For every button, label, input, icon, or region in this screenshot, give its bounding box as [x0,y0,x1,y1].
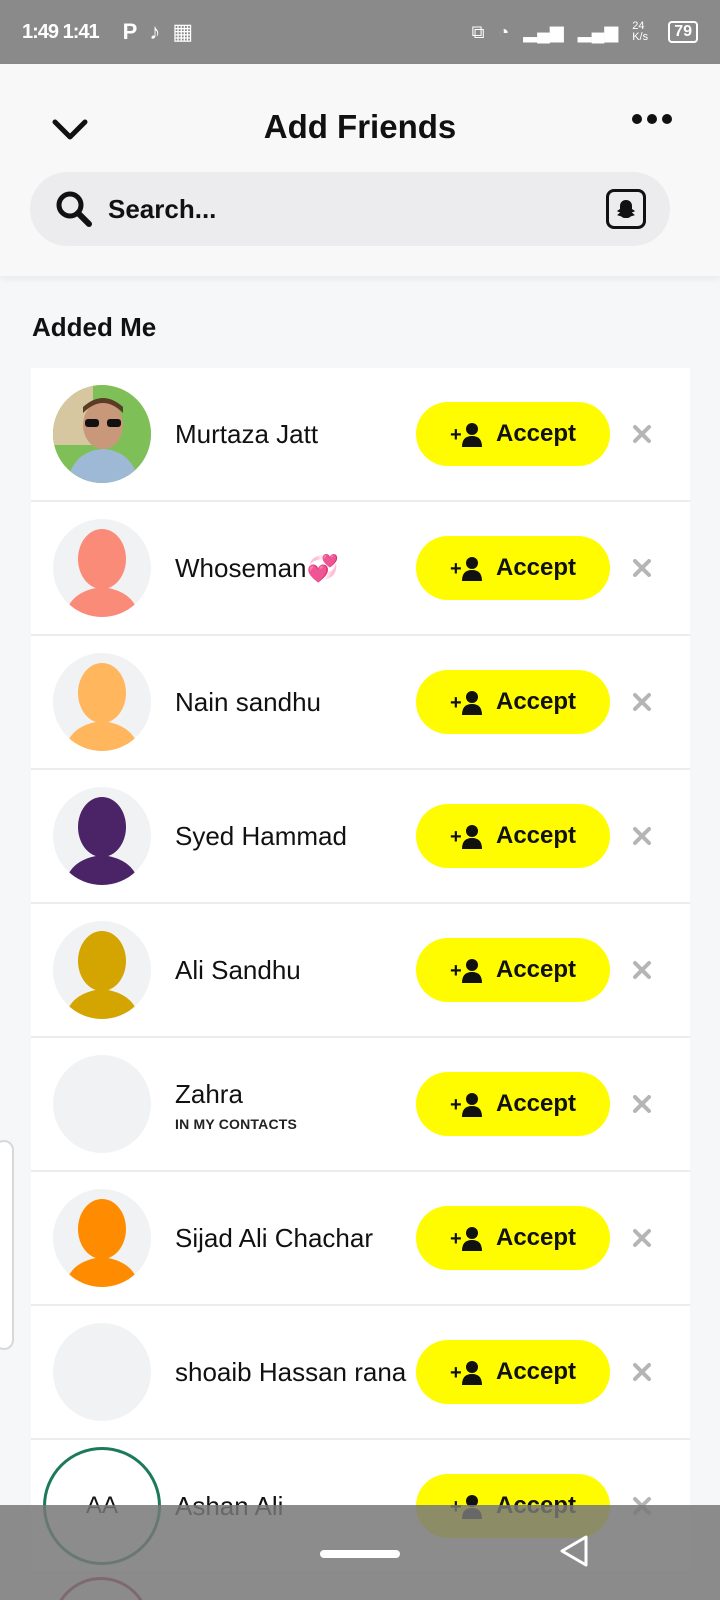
add-friend-icon: + [450,691,482,715]
friend-name: Zahra [175,1079,243,1109]
close-icon[interactable] [627,553,657,583]
friend-name: Syed Hammad [175,821,347,851]
status-app-icons: P ♪ ▦ [123,19,193,45]
list-item[interactable]: Murtaza Jatt + Accept [31,368,690,502]
friend-name: Ali Sandhu [175,955,301,985]
svg-text:+: + [450,826,462,848]
accept-label: Accept [495,1224,577,1251]
header: Add Friends Search... [0,64,720,276]
avatar[interactable] [53,519,151,617]
add-friend-icon: + [450,1093,482,1117]
svg-text:+: + [450,424,462,446]
accept-button[interactable]: + Accept [416,402,610,466]
svg-text:+: + [450,960,462,982]
page-title: Add Friends [263,108,457,145]
accept-button[interactable]: + Accept [416,1072,610,1136]
svg-text:+: + [450,1228,462,1250]
cast-icon: ⧉ [471,21,485,42]
svg-text:+: + [450,1094,462,1116]
close-icon[interactable] [627,419,657,449]
add-friend-icon: + [450,557,482,581]
svg-text:+: + [450,558,462,580]
list-item[interactable]: Nain sandhu + Accept [31,636,690,770]
status-indicators: ⧉ ◔ ▂▄▆ ▂▄▆ 24 K/s 79 [472,21,698,43]
avatar[interactable] [53,921,151,1019]
search-input[interactable]: Search... [108,194,606,225]
list-item[interactable]: Syed Hammad + Accept [31,770,690,904]
accept-button[interactable]: + Accept [416,804,610,868]
accept-label: Accept [495,688,577,715]
accept-button[interactable]: + Accept [416,670,610,734]
avatar[interactable] [53,787,151,885]
section-title-added-me: Added Me [32,312,157,342]
close-icon[interactable] [627,955,657,985]
avatar[interactable] [53,1323,151,1421]
close-icon[interactable] [627,821,657,851]
status-bar: 1:49 1:41 P ♪ ▦ ⧉ ◔ ▂▄▆ ▂▄▆ 24 K/s 79 [0,0,720,64]
signal-icon: ▂▄▆ [577,21,619,42]
close-icon[interactable] [627,687,657,717]
status-time: 1:49 1:41 [22,20,100,43]
friend-name: Murtaza Jatt [175,419,319,449]
accept-label: Accept [495,554,577,581]
accept-button[interactable]: + Accept [416,1206,610,1270]
accept-label: Accept [495,1358,577,1385]
battery-indicator: 79 [668,21,698,43]
avatar[interactable] [53,1055,151,1153]
add-friend-icon: + [450,959,482,983]
accept-label: Accept [495,1090,577,1117]
svg-text:+: + [450,692,462,714]
ghost-scan-icon[interactable] [606,189,646,229]
avatar[interactable] [53,653,151,751]
search-bar[interactable]: Search... [30,172,670,246]
avatar[interactable] [53,1189,151,1287]
network-speed: 24 K/s [632,20,649,43]
wifi-icon: ◔ [498,21,510,42]
edge-panel-handle[interactable] [0,1140,14,1350]
app-notification-icon: P [122,19,138,44]
add-friend-icon: + [450,1361,482,1385]
contact-source-label: IN MY CONTACTS [175,1116,298,1132]
close-icon[interactable] [627,1357,657,1387]
accept-button[interactable]: + Accept [416,938,610,1002]
home-gesture-bar[interactable] [320,1550,400,1558]
back-icon[interactable] [556,1533,592,1569]
list-item[interactable]: Whoseman💞 + Accept [31,502,690,636]
list-item[interactable]: Ali Sandhu + Accept [31,904,690,1038]
friend-name: Sijad Ali Chachar [175,1223,373,1253]
accept-label: Accept [495,822,577,849]
search-icon [56,191,92,227]
tiktok-notification-icon: ♪ [149,19,161,44]
add-friend-icon: + [450,1227,482,1251]
close-icon[interactable] [627,1223,657,1253]
list-item[interactable]: Zahra IN MY CONTACTS + Accept [31,1038,690,1172]
accept-button[interactable]: + Accept [416,1340,610,1404]
friend-request-list: Murtaza Jatt + Accept Whoseman💞 + Accept [31,368,690,1574]
friend-name: Whoseman💞 [175,553,339,583]
close-icon[interactable] [627,1089,657,1119]
navigation-bar [0,1505,720,1600]
signal-icon: ▂▄▆ [523,21,564,42]
avatar[interactable] [53,385,151,483]
svg-text:+: + [450,1362,462,1384]
list-item[interactable]: Sijad Ali Chachar + Accept [31,1172,690,1306]
accept-label: Accept [495,420,577,447]
add-friend-icon: + [450,423,482,447]
accept-button[interactable]: + Accept [416,536,610,600]
friend-name: Nain sandhu [175,687,321,717]
list-item[interactable]: shoaib Hassan rana + Accept [31,1306,690,1440]
add-friend-icon: + [450,825,482,849]
friend-name: shoaib Hassan rana [175,1357,407,1387]
more-options-icon[interactable] [632,114,672,124]
app-notification-icon: ▦ [172,19,194,44]
accept-label: Accept [495,956,577,983]
